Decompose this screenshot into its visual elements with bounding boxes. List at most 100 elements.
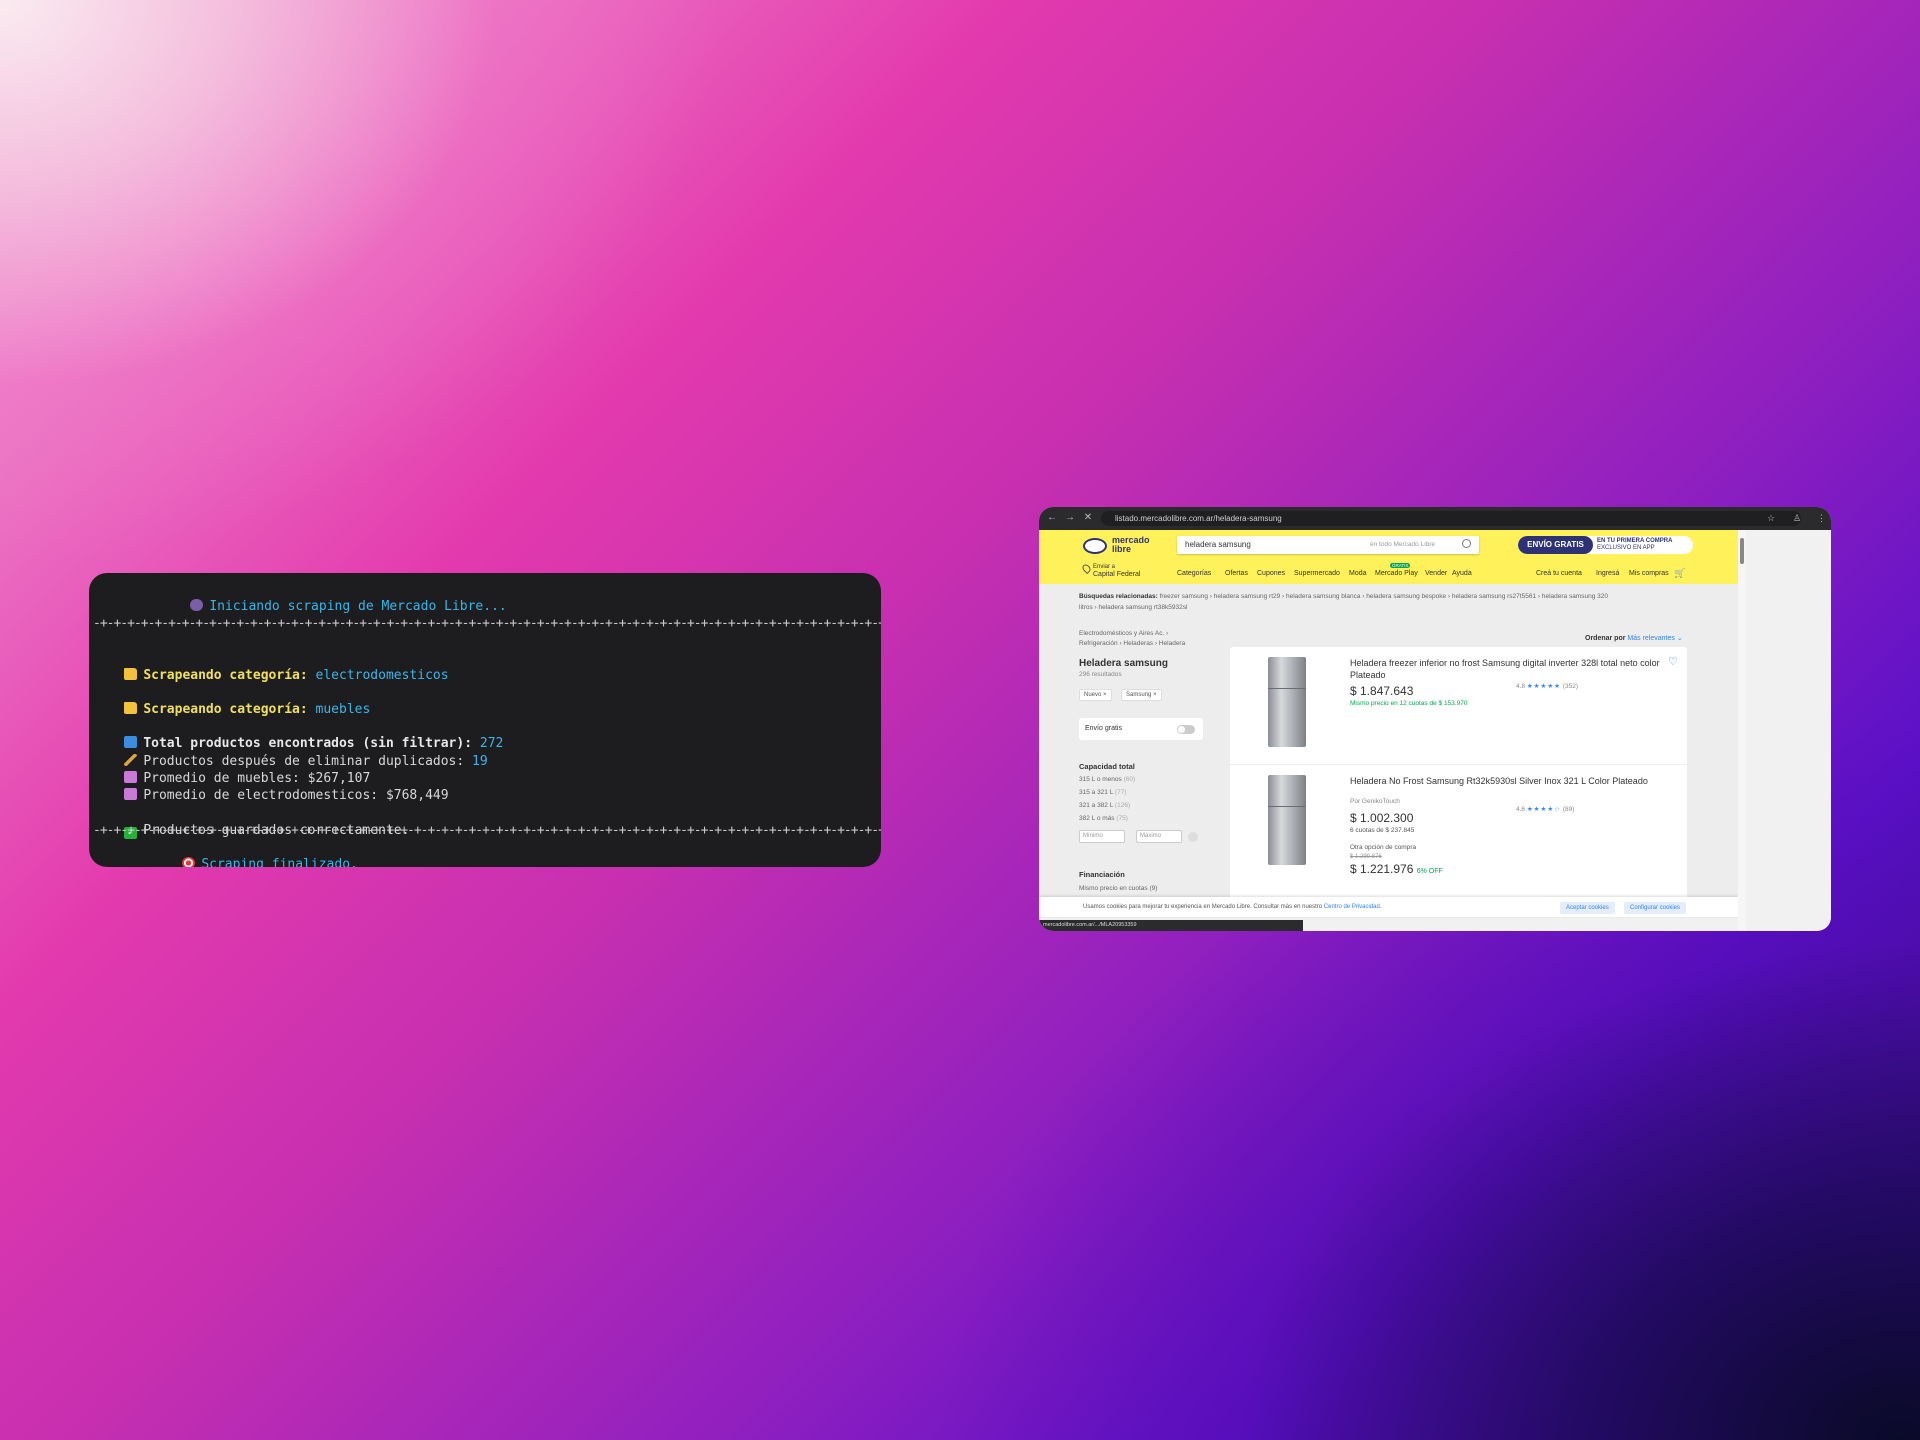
related-links[interactable]: freezer samsung › heladera samsung rt29 …: [1160, 593, 1608, 600]
separator-line: -+-+-+-+-+-+-+-+-+-+-+-+-+-+-+-+-+-+-+-+…: [93, 616, 881, 632]
promo-line-1: EN TU PRIMERA COMPRA: [1597, 538, 1673, 544]
stop-icon[interactable]: ✕: [1081, 511, 1095, 525]
status-bar: mercadolibre.com.ar/.../MLA20953359: [1039, 920, 1303, 931]
terminal-window: Iniciando scraping de Mercado Libre... -…: [89, 573, 881, 867]
capacity-option[interactable]: 315 L o menos (60): [1079, 776, 1135, 783]
cart-icon[interactable]: 🛒: [1674, 568, 1685, 579]
star-icons: ★★★★☆: [1526, 806, 1561, 813]
terminal-line-avg-muebles: Promedio de muebles: $267,107: [89, 753, 881, 786]
capacity-option-label: 382 L o más: [1079, 815, 1115, 822]
star-icons: ★★★★★: [1526, 683, 1561, 690]
promo-banner[interactable]: ENVÍO GRATIS EN TU PRIMERA COMPRA EXCLUS…: [1518, 536, 1693, 554]
old-price: $ 1.299.876: [1350, 854, 1382, 860]
other-option-label: Otra opción de compra: [1350, 844, 1417, 851]
scrollbar[interactable]: [1738, 530, 1746, 931]
product-price: $ 1.002.300: [1350, 811, 1414, 825]
capacity-option-count: (75): [1116, 815, 1128, 822]
max-input[interactable]: Máximo: [1136, 830, 1182, 843]
capacity-option[interactable]: 382 L o más (75): [1079, 815, 1128, 822]
apply-range-button[interactable]: [1188, 832, 1198, 842]
results-count: 296 resultados: [1079, 671, 1122, 678]
promo-line-2: EXCLUSIVO EN APP: [1597, 545, 1655, 551]
nav-item[interactable]: Moda: [1349, 570, 1367, 577]
breadcrumb-line[interactable]: Refrigeración › Heladeras › Heladera: [1079, 639, 1185, 649]
search-input[interactable]: heladera samsung en todo Mercado Libre: [1177, 536, 1479, 554]
ml-logo-text: mercado libre: [1112, 535, 1150, 554]
scroll-thumb[interactable]: [1740, 538, 1744, 564]
rating-value: 4.8: [1516, 683, 1526, 690]
back-icon[interactable]: ←: [1045, 511, 1059, 525]
product-title[interactable]: Heladera freezer inferior no frost Samsu…: [1350, 657, 1670, 681]
filter-chip[interactable]: Nuevo ×: [1079, 689, 1112, 701]
capacity-option-count: (77): [1114, 789, 1127, 796]
related-links[interactable]: litros › heladera samsung rt38k5932sl: [1079, 604, 1187, 611]
terminal-line-cat1: Scrapeando categoría: electrodomesticos: [89, 650, 881, 683]
accept-cookies-button[interactable]: Aceptar cookies: [1560, 902, 1615, 914]
rating-value: 4.6: [1516, 806, 1526, 813]
heart-icon[interactable]: ♡: [1668, 655, 1678, 668]
nav-create-account[interactable]: Creá tu cuenta: [1536, 570, 1582, 577]
other-option-price[interactable]: $ 1.221.976 6% OFF: [1350, 862, 1443, 876]
page-title: Heladera samsung: [1079, 658, 1168, 669]
capacity-title: Capacidad total: [1079, 762, 1135, 771]
product-rating: 4.6 ★★★★☆ (89): [1516, 805, 1574, 813]
free-shipping-toggle[interactable]: [1177, 725, 1195, 734]
capacity-option[interactable]: 315 a 321 L (77): [1079, 789, 1126, 796]
filter-chip[interactable]: Samsung ×: [1121, 689, 1162, 701]
sort-control[interactable]: Ordenar por Más relevantes ⌄: [1585, 634, 1683, 642]
results-list: Heladera freezer inferior no frost Samsu…: [1230, 647, 1687, 907]
product-image[interactable]: [1268, 657, 1306, 747]
nav-item[interactable]: Mercado Play: [1375, 570, 1418, 577]
menu-icon[interactable]: ⋮: [1817, 511, 1826, 525]
configure-cookies-button[interactable]: Configurar cookies: [1624, 902, 1687, 914]
free-shipping-label: Envío gratis: [1085, 725, 1122, 732]
product-title[interactable]: Heladera No Frost Samsung Rt32k5930sl Si…: [1350, 775, 1670, 787]
nav-item[interactable]: Vender: [1425, 570, 1447, 577]
nav-item[interactable]: Supermercado: [1294, 570, 1340, 577]
breadcrumb-line[interactable]: Electrodomésticos y Aires Ac. ›: [1079, 629, 1185, 639]
profile-icon[interactable]: ♙: [1793, 511, 1801, 525]
browser-window: ← → ✕ listado.mercadolibre.com.ar/helade…: [1039, 507, 1831, 931]
terminal-line-avg-electro: Promedio de electrodomesticos: $768,449: [89, 770, 881, 803]
nav-my-purchases[interactable]: Mis compras: [1629, 570, 1669, 577]
product-card[interactable]: Heladera freezer inferior no frost Samsu…: [1230, 647, 1687, 765]
product-seller: Por GenikoTouch: [1350, 798, 1400, 805]
min-input[interactable]: Mínimo: [1079, 830, 1125, 843]
nav-item[interactable]: Ofertas: [1225, 570, 1248, 577]
search-scope[interactable]: en todo Mercado Libre: [1370, 536, 1435, 554]
location-line-2: Capital Federal: [1093, 571, 1141, 578]
breadcrumb: Electrodomésticos y Aires Ac. › Refriger…: [1079, 629, 1185, 649]
related-searches: Búsquedas relacionadas: freezer samsung …: [1079, 591, 1679, 613]
finance-option[interactable]: Mismo precio en cuotas (9): [1079, 885, 1157, 892]
ml-header: mercado libre heladera samsung en todo M…: [1039, 530, 1831, 584]
ml-body: Búsquedas relacionadas: freezer samsung …: [1039, 584, 1738, 907]
location-line-1: Enviar a: [1093, 564, 1116, 570]
product-card[interactable]: Heladera No Frost Samsung Rt32k5930sl Si…: [1230, 765, 1687, 883]
finance-title: Financiación: [1079, 870, 1125, 879]
address-bar[interactable]: listado.mercadolibre.com.ar/heladera-sam…: [1101, 511, 1801, 526]
forward-icon[interactable]: →: [1063, 511, 1077, 525]
capacity-option[interactable]: 321 a 382 L (126): [1079, 802, 1130, 809]
side-panel: [1746, 530, 1831, 931]
capacity-option-label: 315 a 321 L: [1079, 789, 1114, 796]
bookmark-star-icon[interactable]: ☆: [1767, 511, 1775, 525]
free-shipping-filter[interactable]: Envío gratis: [1079, 718, 1203, 740]
product-installments: Mismo precio en 12 cuotas de $ 153.970: [1350, 700, 1468, 707]
terminal-line-end: Scraping finalizado.: [89, 839, 881, 867]
other-price-value: $ 1.221.976: [1350, 862, 1414, 876]
terminal-line-total: Total productos encontrados (sin filtrar…: [89, 718, 881, 751]
nav-item[interactable]: Categorías: [1177, 570, 1211, 577]
nav-item[interactable]: Cupones: [1257, 570, 1285, 577]
capacity-option-label: 315 L o menos: [1079, 776, 1122, 783]
nav-item[interactable]: Ayuda: [1452, 570, 1472, 577]
nav-login[interactable]: Ingresá: [1596, 570, 1619, 577]
product-rating: 4.8 ★★★★★ (352): [1516, 682, 1578, 690]
separator-line: -+-+-+-+-+-+-+-+-+-+-+-+-+-+-+-+-+-+-+-+…: [93, 822, 881, 838]
location-selector[interactable]: Enviar a Capital Federal: [1080, 562, 1141, 578]
sort-value[interactable]: Más relevantes ⌄: [1627, 635, 1682, 642]
privacy-link[interactable]: Centro de Privacidad: [1324, 904, 1380, 910]
product-installments: 6 cuotas de $ 237.845: [1350, 827, 1415, 834]
capacity-option-label: 321 a 382 L: [1079, 802, 1114, 809]
product-image[interactable]: [1268, 775, 1306, 865]
search-icon[interactable]: [1462, 539, 1471, 548]
